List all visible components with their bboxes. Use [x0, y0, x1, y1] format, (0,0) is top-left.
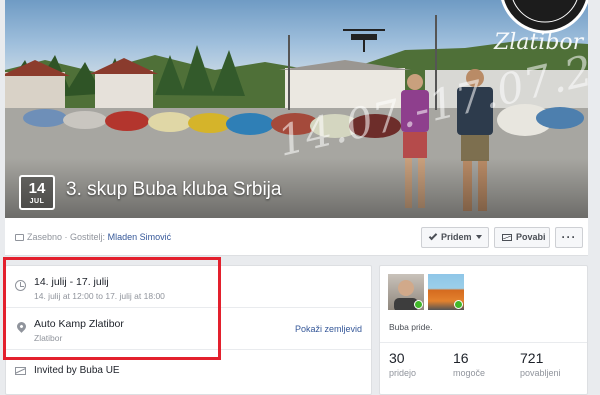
date-day: 14 [28, 180, 46, 197]
invite-button[interactable]: Povabi [494, 227, 550, 248]
envelope-icon [15, 367, 26, 375]
stat-label: mogoče [453, 368, 486, 378]
privacy-label: Zasebno [27, 232, 63, 242]
stat-maybe[interactable]: 16 mogoče [453, 350, 485, 378]
attendees-card: Buba pride. 30 pridejo 16 mogoče 721 pov… [379, 265, 588, 395]
stat-count: 30 [389, 350, 405, 366]
divider [380, 342, 587, 343]
envelope-icon [502, 234, 512, 241]
invited-by-text: Invited by Buba UE [34, 365, 120, 376]
host-prefix: · Gostitelj: [64, 232, 106, 242]
going-button-label: Pridem [441, 232, 472, 242]
more-options-button[interactable]: ··· [555, 227, 583, 248]
event-info-bar: Zasebno · Gostitelj: Mladen Simović Prid… [5, 218, 588, 256]
event-title: 3. skup Buba kluba Srbija [66, 179, 282, 200]
drone-graphic [343, 29, 385, 52]
host-link[interactable]: Mladen Simović [108, 232, 172, 242]
attendee-note: Buba pride. [389, 322, 433, 332]
stat-going[interactable]: 30 pridejo [389, 350, 416, 378]
chevron-down-icon [475, 235, 482, 239]
stat-count: 16 [453, 350, 469, 366]
check-icon [428, 231, 438, 241]
going-badge [454, 300, 463, 309]
stat-invited[interactable]: 721 povabljeni [520, 350, 561, 378]
highlight-annotation-box [3, 257, 221, 360]
invite-button-label: Povabi [516, 232, 546, 242]
stat-label: pridejo [389, 368, 417, 378]
stat-label: povabljeni [520, 368, 561, 378]
show-map-link[interactable]: Pokaži zemljevid [295, 324, 362, 334]
going-badge [414, 300, 423, 309]
privacy-host-line: Zasebno · Gostitelj: Mladen Simović [15, 232, 171, 242]
going-button[interactable]: Pridem [421, 227, 489, 248]
cover-photo: Zlatibor 14.07.-17.07.2016 14 JUL 3. sku… [5, 0, 588, 218]
stat-count: 721 [520, 350, 544, 366]
event-date-badge: 14 JUL [19, 175, 55, 210]
avatar[interactable] [428, 274, 464, 310]
date-month: JUL [29, 198, 45, 205]
lock-icon [15, 234, 24, 241]
avatar[interactable] [388, 274, 424, 310]
